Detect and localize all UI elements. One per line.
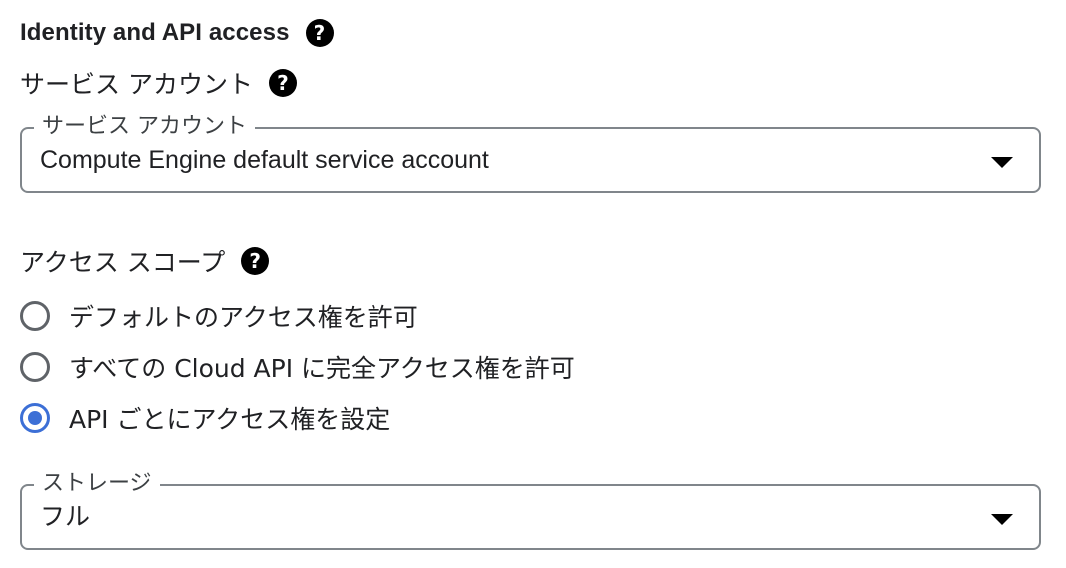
dropdown-caret-icon[interactable] xyxy=(991,514,1013,525)
access-scope-option-default[interactable]: デフォルトのアクセス権を許可 xyxy=(20,298,418,334)
radio-label: すべての Cloud API に完全アクセス権を許可 xyxy=(69,354,575,383)
service-account-label: サービス アカウント ? xyxy=(20,66,297,100)
access-scope-label-text: アクセス スコープ xyxy=(20,248,226,277)
radio-button-selected[interactable] xyxy=(20,403,50,433)
access-scope-option-per-api[interactable]: API ごとにアクセス権を設定 xyxy=(20,400,390,436)
service-account-value: Compute Engine default service account xyxy=(40,146,489,174)
help-icon[interactable]: ? xyxy=(305,19,334,47)
radio-button[interactable] xyxy=(20,352,50,382)
service-account-select[interactable]: サービス アカウント Compute Engine default servic… xyxy=(20,112,1041,193)
storage-select[interactable]: ストレージ フル xyxy=(20,469,1041,550)
dropdown-caret-icon[interactable] xyxy=(991,157,1013,168)
radio-button[interactable] xyxy=(20,301,50,331)
section-title: Identity and API access ? xyxy=(20,16,334,50)
access-scope-label: アクセス スコープ ? xyxy=(20,244,270,278)
radio-label: API ごとにアクセス権を設定 xyxy=(69,405,391,434)
access-scope-option-full[interactable]: すべての Cloud API に完全アクセス権を許可 xyxy=(20,349,575,385)
help-icon[interactable]: ? xyxy=(241,247,270,275)
storage-floating-label: ストレージ xyxy=(34,469,160,499)
service-account-label-text: サービス アカウント xyxy=(20,70,253,99)
service-account-floating-label: サービス アカウント xyxy=(34,112,255,142)
section-title-text: Identity and API access xyxy=(20,19,290,46)
help-icon[interactable]: ? xyxy=(268,69,297,97)
storage-value: フル xyxy=(40,502,91,531)
radio-label: デフォルトのアクセス権を許可 xyxy=(69,303,418,332)
